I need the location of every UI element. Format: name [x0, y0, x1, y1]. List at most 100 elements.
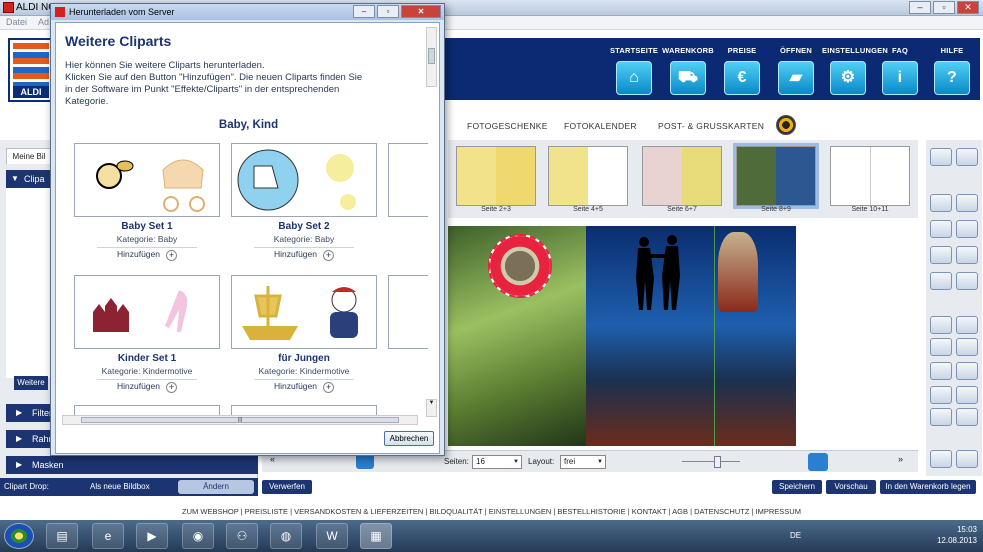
minimize-button[interactable]: –: [909, 1, 931, 14]
clipart-card-baby-set-2: Baby Set 2 Kategorie: Baby Hinzufügen +: [231, 143, 377, 261]
verwerfen-button[interactable]: Verwerfen: [262, 480, 312, 494]
accordion-masken[interactable]: ▶ Masken: [6, 456, 258, 474]
fill-icon[interactable]: [956, 272, 978, 290]
accordion-label: Masken: [32, 460, 64, 470]
thumbnail-seite-2-3[interactable]: [456, 146, 536, 206]
dialog-title: Herunterladen vom Server: [69, 7, 175, 17]
wheel-icon[interactable]: [776, 115, 796, 135]
layer-up-icon[interactable]: [930, 220, 952, 238]
dialog-minimize-button[interactable]: –: [353, 5, 375, 18]
horizontal-scrollbar[interactable]: |||: [62, 415, 418, 425]
clock-date: 12.08.2013: [936, 536, 977, 545]
system-clock[interactable]: 15:03 12.08.2013: [937, 524, 977, 546]
hinzufuegen-button[interactable]: Hinzufügen +: [97, 247, 197, 261]
shape-icon[interactable]: [930, 386, 952, 404]
maximize-button[interactable]: ▫: [933, 1, 955, 14]
undo-icon[interactable]: [930, 148, 952, 166]
mirror-left-icon[interactable]: [930, 408, 952, 426]
dialog-maximize-button[interactable]: ▫: [377, 5, 399, 18]
hinzufuegen-button[interactable]: Hinzufügen +: [97, 379, 197, 393]
zoom-slider-handle[interactable]: [714, 456, 721, 468]
santa-figure[interactable]: [718, 232, 758, 312]
stack-icon[interactable]: [930, 450, 952, 468]
start-button[interactable]: [4, 523, 34, 549]
align-icon[interactable]: [956, 386, 978, 404]
page-divider: [714, 226, 715, 446]
close-window-button[interactable]: ✕: [957, 1, 979, 14]
crop-icon[interactable]: [930, 316, 952, 334]
word-icon[interactable]: W: [316, 523, 348, 549]
clipart-card-baby-set-1: Baby Set 1 Kategorie: Baby Hinzufügen +: [74, 143, 220, 261]
speichern-button[interactable]: Speichern: [772, 480, 822, 494]
home-icon: ⌂: [616, 61, 652, 95]
pages-select[interactable]: 16: [472, 455, 522, 469]
taskbar: ▤ e ▶ ◉ ⚇ ◍ W ▦ DE 15:03 12.08.2013: [0, 520, 983, 552]
clipart-category: Kategorie: Kindermotive: [258, 366, 350, 376]
bring-front-icon[interactable]: [930, 194, 952, 212]
internet-explorer-icon[interactable]: e: [92, 523, 124, 549]
layout-select[interactable]: frei: [560, 455, 606, 469]
tab-post-grusskarten[interactable]: POST- & GRUSSKARTEN: [658, 121, 764, 131]
euro-icon: €: [724, 61, 760, 95]
vertical-scrollbar[interactable]: [426, 27, 437, 87]
scroll-thumb[interactable]: |||: [81, 417, 399, 423]
nav-hilfe[interactable]: HILFE ?: [926, 46, 978, 95]
app-icon-generic[interactable]: ⚇: [226, 523, 258, 549]
thumbnail-seite-10-11[interactable]: [830, 146, 910, 206]
scroll-down-arrow[interactable]: ▼: [426, 399, 437, 417]
scroll-right-icon[interactable]: »: [898, 454, 903, 464]
frame-icon[interactable]: [930, 362, 952, 380]
abbrechen-button[interactable]: Abbrechen: [384, 431, 434, 446]
nav-oeffnen[interactable]: ÖFFNEN ▰: [770, 46, 822, 95]
vorschau-button[interactable]: Vorschau: [826, 480, 876, 494]
clipart-card-row3: [231, 405, 377, 415]
menu-datei[interactable]: Datei: [6, 17, 27, 27]
tab-fotokalender[interactable]: FOTOKALENDER: [564, 121, 637, 131]
photobook-canvas[interactable]: [448, 226, 796, 446]
aendern-button[interactable]: Ändern: [178, 480, 254, 494]
nav-einstellungen[interactable]: EINSTELLUNGEN ⚙: [822, 46, 888, 95]
magic-wand-icon[interactable]: [956, 338, 978, 356]
photo-sea[interactable]: [586, 226, 796, 446]
fit-icon[interactable]: [930, 272, 952, 290]
language-indicator[interactable]: DE: [790, 531, 801, 540]
thumbnail-seite-8-9[interactable]: [733, 143, 819, 209]
hinzufuegen-button[interactable]: Hinzufügen +: [254, 247, 354, 261]
wrench-icon[interactable]: [930, 338, 952, 356]
rotate-right-icon[interactable]: [956, 246, 978, 264]
triangle-right-icon: ▶: [16, 434, 23, 443]
rotate-left-icon[interactable]: [930, 246, 952, 264]
nav-faq[interactable]: FAQ i: [874, 46, 926, 95]
zoom-slider[interactable]: [682, 461, 740, 462]
select-icon[interactable]: [956, 316, 978, 334]
dialog-heading: Weitere Cliparts: [65, 33, 172, 49]
aldi-app-icon[interactable]: ▦: [360, 523, 392, 549]
explorer-icon[interactable]: ▤: [46, 523, 78, 549]
photo-stack-icon[interactable]: [808, 453, 828, 471]
nav-warenkorb[interactable]: WARENKORB ⛟: [662, 46, 714, 95]
weitere-button[interactable]: Weitere: [14, 376, 48, 390]
mirror-right-icon[interactable]: [956, 408, 978, 426]
image-icon[interactable]: [956, 362, 978, 380]
nav-preise[interactable]: PREISE €: [716, 46, 768, 95]
nav-startseite[interactable]: STARTSEITE ⌂: [608, 46, 660, 95]
redo-icon[interactable]: [956, 148, 978, 166]
tab-meine-bilder[interactable]: Meine Bil: [6, 148, 52, 164]
layer-down-icon[interactable]: [956, 220, 978, 238]
trash-icon[interactable]: [956, 450, 978, 468]
couple-silhouette[interactable]: [628, 232, 688, 310]
tab-fotogeschenke[interactable]: FOTOGESCHENKE: [467, 121, 548, 131]
thumbnail-seite-4-5[interactable]: [548, 146, 628, 206]
media-player-icon[interactable]: ▶: [136, 523, 168, 549]
thumbnail-seite-6-7[interactable]: [642, 146, 722, 206]
chrome-icon[interactable]: ◉: [182, 523, 214, 549]
flower-frame-photo[interactable]: [488, 234, 552, 298]
dialog-close-button[interactable]: ✕: [401, 5, 441, 18]
footer-links[interactable]: ZUM WEBSHOP | PREISLISTE | VERSANDKOSTEN…: [0, 504, 983, 520]
firefox-icon[interactable]: ◍: [270, 523, 302, 549]
warenkorb-button[interactable]: In den Warenkorb legen: [880, 480, 976, 494]
dialog-body: Weitere Cliparts Hier können Sie weitere…: [55, 22, 440, 454]
hinzufuegen-button[interactable]: Hinzufügen +: [254, 379, 354, 393]
send-back-icon[interactable]: [956, 194, 978, 212]
menu-ad[interactable]: Ad: [38, 17, 49, 27]
